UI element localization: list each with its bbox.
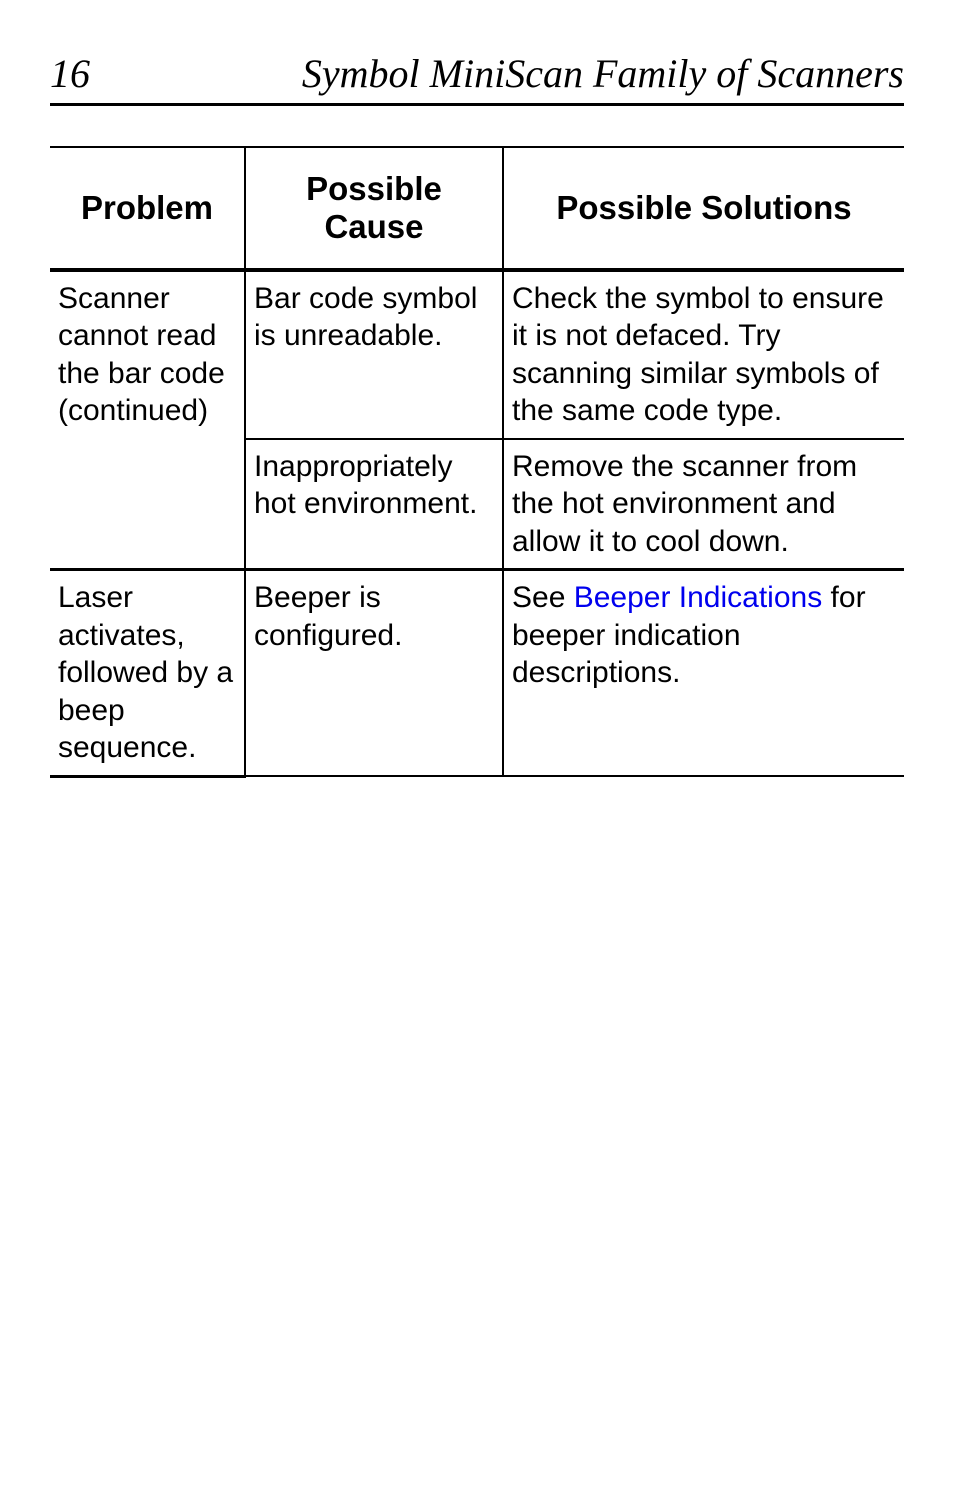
- problem-cell: Laser activates, followed by a beep sequ…: [50, 570, 245, 777]
- column-header-problem: Problem: [50, 147, 245, 270]
- table-row: Laser activates, followed by a beep sequ…: [50, 570, 904, 777]
- cause-cell: Beeper is configured.: [245, 570, 503, 777]
- solution-cell: Remove the scanner from the hot environm…: [503, 439, 904, 570]
- column-header-solutions: Possible Solutions: [503, 147, 904, 270]
- table-header-row: Problem Possible Cause Possible Solution…: [50, 147, 904, 270]
- page-header: 16 Symbol MiniScan Family of Scanners: [50, 50, 904, 106]
- solution-cell: See Beeper Indications for beeper indica…: [503, 570, 904, 777]
- solution-text-pre: See: [512, 581, 574, 614]
- problem-cell: Scanner cannot read the bar code (contin…: [50, 270, 245, 570]
- solution-cell: Check the symbol to ensure it is not def…: [503, 270, 904, 439]
- table-row: Scanner cannot read the bar code (contin…: [50, 270, 904, 439]
- troubleshooting-table: Problem Possible Cause Possible Solution…: [50, 146, 904, 778]
- page-number: 16: [50, 50, 90, 97]
- cause-cell: Bar code symbol is unreadable.: [245, 270, 503, 439]
- beeper-indications-link[interactable]: Beeper Indications: [574, 581, 823, 614]
- document-title: Symbol MiniScan Family of Scanners: [302, 50, 904, 97]
- column-header-cause: Possible Cause: [245, 147, 503, 270]
- cause-cell: Inappropriately hot environment.: [245, 439, 503, 570]
